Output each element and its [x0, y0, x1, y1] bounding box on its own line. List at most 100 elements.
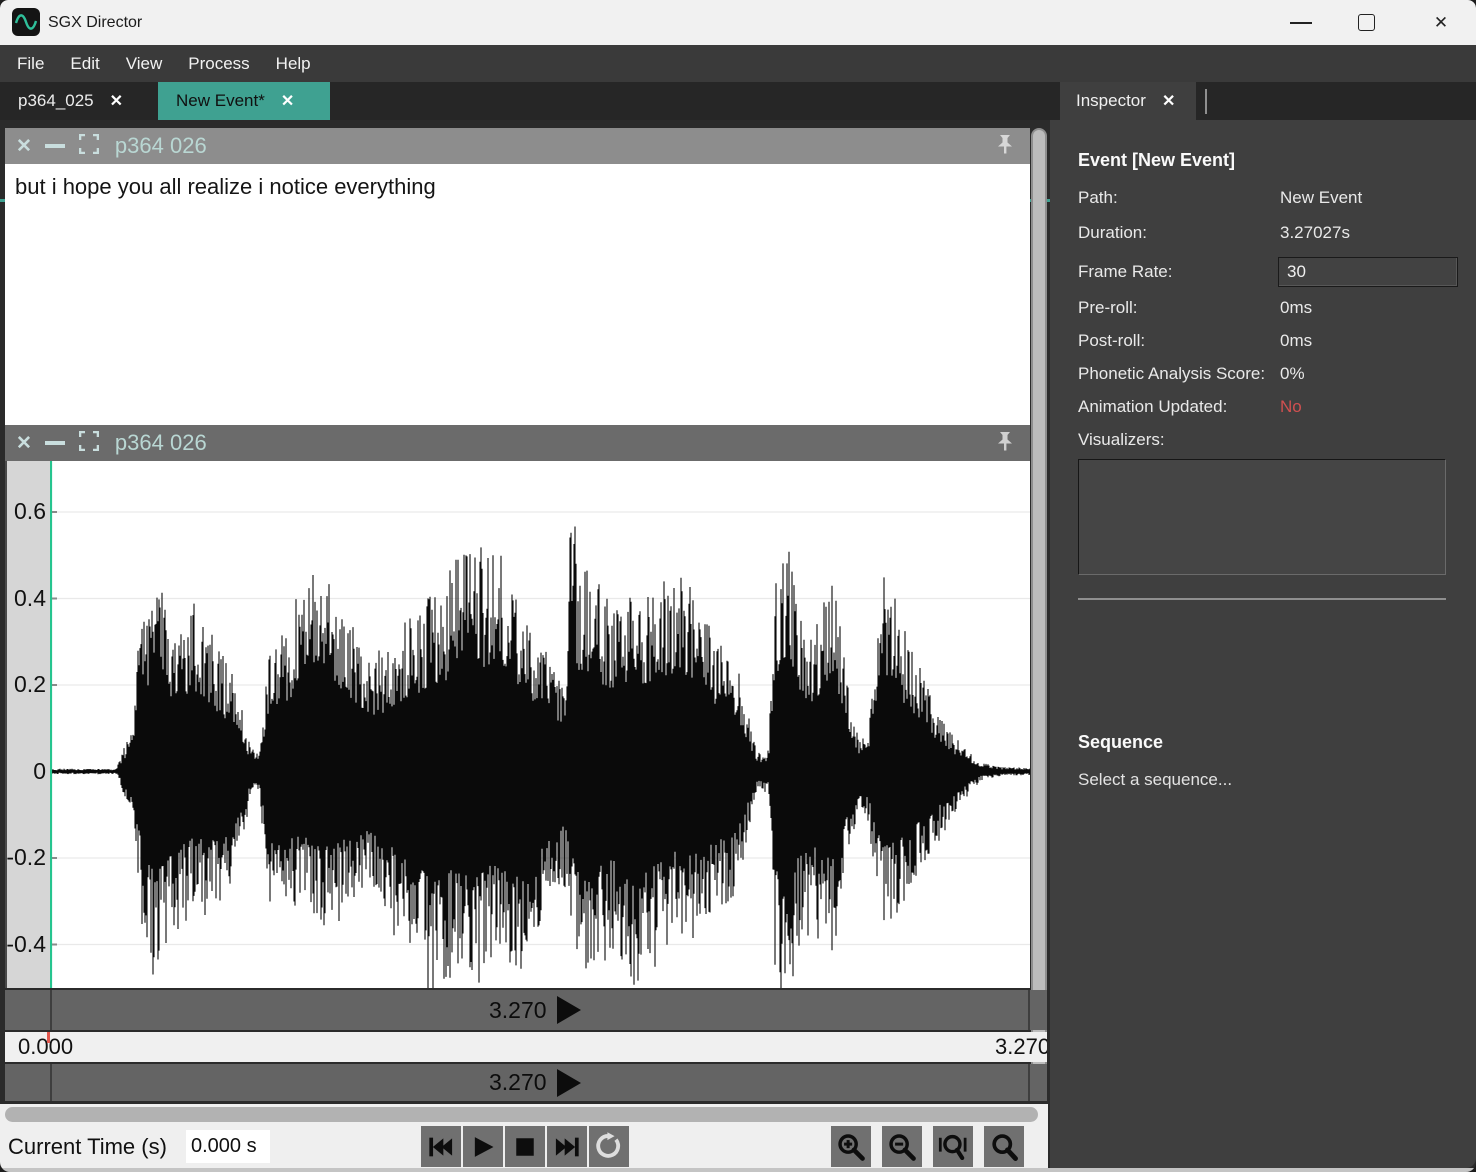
zoom-out-button[interactable]	[882, 1126, 922, 1167]
field-label-post-roll: Post-roll:	[1078, 331, 1145, 351]
play-marker-icon[interactable]	[557, 1069, 581, 1097]
tab-close-icon[interactable]: ✕	[110, 91, 123, 111]
panel-expand-icon[interactable]	[79, 134, 99, 159]
ruler-end-label: 3.270	[995, 1032, 1047, 1062]
minimize-button[interactable]	[1290, 22, 1312, 24]
stop-button[interactable]	[505, 1126, 545, 1167]
menu-process[interactable]: Process	[175, 45, 262, 82]
zoom-selection-button[interactable]	[984, 1126, 1024, 1167]
tab-label: p364_025	[18, 91, 94, 111]
menu-view[interactable]: View	[113, 45, 176, 82]
field-value-animation-updated: No	[1280, 397, 1302, 417]
sequence-header: Sequence	[1078, 732, 1163, 753]
timeline-slider-top[interactable]: 3.270	[5, 990, 1047, 1030]
bottom-toolbar: Current Time (s) 0.000 s	[0, 1104, 1048, 1168]
tab-separator	[1205, 89, 1207, 114]
ruler-start-label: 0.000	[18, 1032, 73, 1062]
loop-button[interactable]	[589, 1126, 629, 1167]
timeline-ruler[interactable]: 0.000 3.270	[5, 1032, 1047, 1062]
tab-inspector[interactable]: Inspector ✕	[1060, 82, 1196, 120]
field-label-phonetic-score: Phonetic Analysis Score:	[1078, 364, 1265, 384]
field-value-duration: 3.27027s	[1280, 223, 1350, 243]
visualizers-list[interactable]	[1078, 459, 1446, 575]
waveform-panel-header[interactable]: ✕ p364 026	[5, 425, 1030, 461]
field-label-duration: Duration:	[1078, 223, 1147, 243]
field-value-phonetic-score: 0%	[1280, 364, 1305, 384]
transcript-text: but i hope you all realize i notice ever…	[15, 174, 436, 200]
panel-title: p364 026	[115, 430, 207, 456]
inspector-section-header: Event [New Event]	[1078, 150, 1235, 171]
pin-icon[interactable]	[994, 134, 1016, 163]
field-value-pre-roll: 0ms	[1280, 298, 1312, 318]
sequence-placeholder: Select a sequence...	[1078, 770, 1232, 790]
app-logo-icon	[12, 8, 40, 36]
skip-to-start-button[interactable]	[421, 1126, 461, 1167]
current-time-input[interactable]: 0.000 s	[186, 1130, 270, 1163]
panel-minimize-icon[interactable]	[45, 144, 65, 148]
zoom-controls	[831, 1126, 1024, 1167]
current-time-label: Current Time (s)	[8, 1125, 167, 1168]
y-tick: 0.2	[6, 671, 46, 698]
window-bottom-edge	[0, 1168, 1476, 1172]
y-tick: -0.2	[6, 844, 46, 871]
zoom-in-button[interactable]	[831, 1126, 871, 1167]
loop-icon	[594, 1132, 624, 1162]
app-window: SGX Director ✕ File Edit View Process He…	[0, 0, 1476, 1172]
tab-p364-025[interactable]: p364_025 ✕	[0, 82, 158, 120]
zoom-fit-button[interactable]	[933, 1126, 973, 1167]
y-tick: -0.4	[6, 931, 46, 958]
tab-close-icon[interactable]: ✕	[281, 91, 294, 111]
titlebar: SGX Director ✕	[0, 0, 1476, 45]
slider-end-handle[interactable]	[1028, 1064, 1030, 1101]
play-button[interactable]	[463, 1126, 503, 1167]
tab-close-icon[interactable]: ✕	[1162, 91, 1175, 111]
audio-waveform	[50, 527, 1030, 989]
y-tick: 0.4	[6, 585, 46, 612]
slider-end-handle[interactable]	[1028, 990, 1030, 1030]
menu-edit[interactable]: Edit	[57, 45, 112, 82]
inspector-separator	[1078, 598, 1446, 600]
zoom-in-icon	[836, 1132, 866, 1162]
slider-time-label: 3.270	[489, 1069, 547, 1096]
slider-time-label: 3.270	[489, 997, 547, 1024]
field-label-pre-roll: Pre-roll:	[1078, 298, 1138, 318]
stop-icon	[511, 1133, 539, 1161]
horizontal-scrollbar-thumb[interactable]	[5, 1107, 1038, 1122]
maximize-button[interactable]	[1358, 14, 1375, 31]
transcript-panel-header[interactable]: ✕ p364 026	[5, 128, 1030, 164]
transport-controls	[421, 1126, 629, 1167]
slider-start-handle[interactable]	[50, 990, 52, 1030]
playhead-tick	[47, 1032, 50, 1043]
frame-rate-input[interactable]	[1278, 257, 1458, 287]
vertical-scrollbar-thumb[interactable]	[1033, 130, 1045, 1098]
close-button[interactable]: ✕	[1423, 0, 1459, 45]
panel-close-icon[interactable]: ✕	[16, 135, 32, 158]
waveform-panel-body: 0.6 0.4 0.2 0 -0.2 -0.4	[5, 461, 1030, 988]
timeline-slider-bottom[interactable]: 3.270	[5, 1064, 1047, 1101]
panel-close-icon[interactable]: ✕	[16, 432, 32, 455]
pin-icon[interactable]	[994, 431, 1016, 460]
panel-minimize-icon[interactable]	[45, 441, 65, 445]
y-tick: 0	[6, 758, 46, 785]
field-value-path: New Event	[1280, 188, 1362, 208]
slider-start-handle[interactable]	[50, 1064, 52, 1101]
tab-new-event[interactable]: New Event* ✕	[158, 82, 330, 120]
vertical-scrollbar[interactable]	[1031, 128, 1047, 1100]
panel-title: p364 026	[115, 133, 207, 159]
play-icon	[469, 1133, 497, 1161]
panel-expand-icon[interactable]	[79, 431, 99, 456]
skip-to-end-button[interactable]	[547, 1126, 587, 1167]
waveform-plot[interactable]	[50, 461, 1030, 988]
tab-label: New Event*	[176, 91, 265, 111]
y-tick: 0.6	[6, 498, 46, 525]
transcript-panel-body[interactable]: but i hope you all realize i notice ever…	[5, 164, 1030, 425]
menu-file[interactable]: File	[4, 45, 57, 82]
skip-to-end-icon	[553, 1133, 581, 1161]
skip-to-start-icon	[427, 1133, 455, 1161]
menu-help[interactable]: Help	[263, 45, 324, 82]
tabbar: p364_025 ✕ New Event* ✕ Inspector ✕	[0, 82, 1476, 120]
play-marker-icon[interactable]	[557, 996, 581, 1024]
field-value-post-roll: 0ms	[1280, 331, 1312, 351]
field-label-animation-updated: Animation Updated:	[1078, 397, 1227, 417]
tab-label: Inspector	[1076, 91, 1146, 111]
